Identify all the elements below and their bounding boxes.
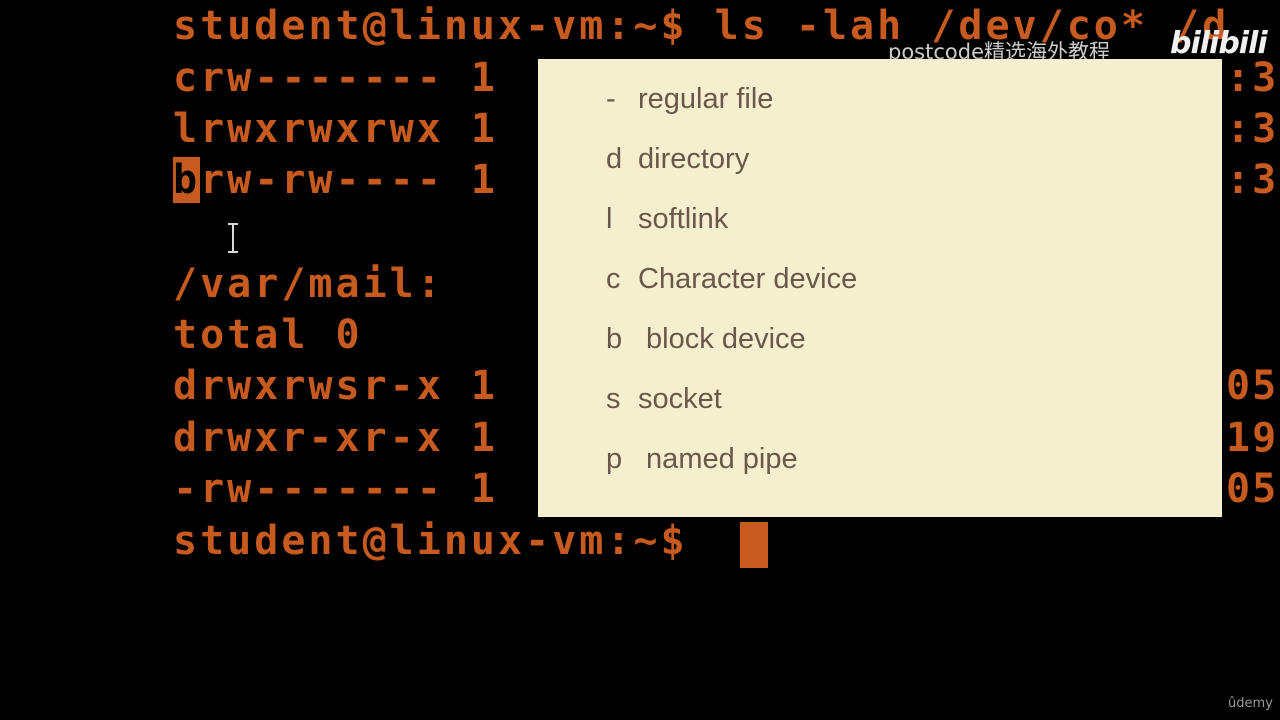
highlighted-type-char: b <box>173 157 201 203</box>
legend-item-socket: s socket <box>606 381 722 417</box>
legend-key: c <box>606 263 621 295</box>
terminal-prompt-line: student@linux-vm:~$ <box>173 518 688 564</box>
legend-item-softlink: l softlink <box>606 201 728 237</box>
terminal-output-line-rest: rw-rw---- 1 <box>200 157 498 203</box>
terminal-total-line: total 0 <box>173 312 363 358</box>
legend-label: Character device <box>638 263 858 295</box>
legend-item-character-device: c Character device <box>606 261 857 297</box>
legend-label: block device <box>638 323 806 355</box>
terminal-right-fragment: :3 <box>1226 157 1279 203</box>
legend-item-block-device: b block device <box>606 321 806 357</box>
udemy-brand: ûdemy <box>1228 696 1273 711</box>
block-cursor-icon <box>740 522 768 568</box>
legend-item-regular-file: - regular file <box>606 81 773 117</box>
terminal-dir-header: /var/mail: <box>173 261 444 307</box>
legend-item-named-pipe: p named pipe <box>606 441 798 477</box>
terminal-output-line-highlighted: brw-rw---- 1 <box>173 154 498 206</box>
terminal-output-line: -rw------- 1 <box>173 466 498 512</box>
legend-key: d <box>606 143 623 175</box>
terminal-output-line: lrwxrwxrwx 1 <box>173 106 498 152</box>
video-frame: student@linux-vm:~$ ls -lah /dev/co* /d … <box>0 0 1280 720</box>
legend-label: softlink <box>638 203 729 235</box>
legend-key: p <box>606 443 623 475</box>
legend-key: l <box>606 203 613 235</box>
text-ibeam-cursor-icon <box>226 222 240 254</box>
file-type-legend: - regular file d directory l softlink c Char… <box>538 59 1222 517</box>
terminal-right-fragment: 19 <box>1226 415 1279 461</box>
terminal-output-line: crw------- 1 <box>173 55 498 101</box>
terminal-right-fragment: 05 <box>1226 363 1279 409</box>
legend-label: directory <box>638 143 750 175</box>
terminal-right-fragment: :3 <box>1226 106 1279 152</box>
legend-key: s <box>606 383 621 415</box>
legend-label: named pipe <box>638 443 798 475</box>
legend-key: - <box>606 83 616 115</box>
legend-label: regular file <box>638 83 774 115</box>
terminal-output-line: drwxrwsr-x 1 <box>173 363 498 409</box>
bilibili-logo-icon: bilibili <box>1170 26 1268 61</box>
legend-item-directory: d directory <box>606 141 749 177</box>
legend-key: b <box>606 323 623 355</box>
legend-label: socket <box>638 383 722 415</box>
terminal-output-line: drwxr-xr-x 1 <box>173 415 498 461</box>
terminal-right-fragment: 05 <box>1226 466 1279 512</box>
